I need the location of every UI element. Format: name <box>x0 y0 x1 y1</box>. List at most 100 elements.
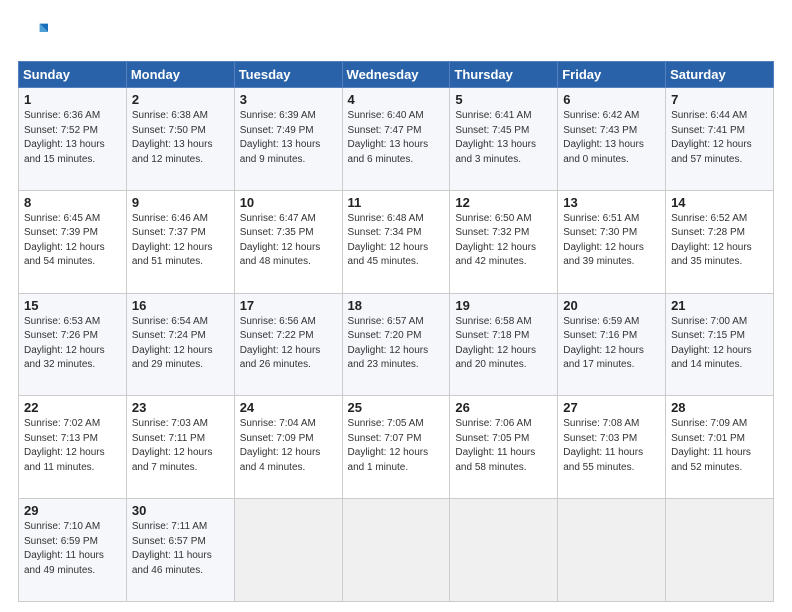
day-number: 21 <box>671 298 768 313</box>
calendar-day-5: 5Sunrise: 6:41 AM Sunset: 7:45 PM Daylig… <box>450 88 558 191</box>
calendar-day-8: 8Sunrise: 6:45 AM Sunset: 7:39 PM Daylig… <box>19 190 127 293</box>
empty-cell <box>558 499 666 602</box>
calendar-day-29: 29 Sunrise: 7:10 AM Sunset: 6:59 PM Dayli… <box>19 499 127 602</box>
calendar-day-21: 21 Sunrise: 7:00 AM Sunset: 7:15 PM Dayli… <box>666 293 774 396</box>
calendar-day-22: 22 Sunrise: 7:02 AM Sunset: 7:13 PM Dayli… <box>19 396 127 499</box>
day-number: 26 <box>455 400 552 415</box>
calendar-day-27: 27 Sunrise: 7:08 AM Sunset: 7:03 PM Dayli… <box>558 396 666 499</box>
day-number: 10 <box>240 195 337 210</box>
weekday-header-wednesday: Wednesday <box>342 62 450 88</box>
calendar-day-1: 1 Sunrise: 6:36 AM Sunset: 7:52 PM Daylig… <box>19 88 127 191</box>
day-number: 30 <box>132 503 229 518</box>
weekday-header-friday: Friday <box>558 62 666 88</box>
calendar-day-17: 17 Sunrise: 6:56 AM Sunset: 7:22 PM Dayli… <box>234 293 342 396</box>
day-number: 27 <box>563 400 660 415</box>
day-number: 9 <box>132 195 229 210</box>
day-number: 16 <box>132 298 229 313</box>
calendar-day-6: 6Sunrise: 6:42 AM Sunset: 7:43 PM Daylig… <box>558 88 666 191</box>
calendar-day-4: 4 Sunrise: 6:40 AM Sunset: 7:47 PM Daylig… <box>342 88 450 191</box>
calendar: SundayMondayTuesdayWednesdayThursdayFrid… <box>18 61 774 602</box>
calendar-day-11: 11Sunrise: 6:48 AM Sunset: 7:34 PM Dayli… <box>342 190 450 293</box>
day-number: 12 <box>455 195 552 210</box>
day-number: 19 <box>455 298 552 313</box>
day-info: Sunrise: 6:58 AM Sunset: 7:18 PM Dayligh… <box>455 315 552 373</box>
calendar-day-3: 3 Sunrise: 6:39 AM Sunset: 7:49 PM Daylig… <box>234 88 342 191</box>
day-info: Sunrise: 7:02 AM Sunset: 7:13 PM Dayligh… <box>24 417 121 475</box>
day-number: 4 <box>348 92 445 107</box>
day-info: Sunrise: 6:36 AM Sunset: 7:52 PM Dayligh… <box>24 109 121 167</box>
calendar-day-12: 12 Sunrise: 6:50 AM Sunset: 7:32 PM Dayli… <box>450 190 558 293</box>
day-info: Sunrise: 6:40 AM Sunset: 7:47 PM Dayligh… <box>348 109 445 167</box>
empty-cell <box>342 499 450 602</box>
day-number: 20 <box>563 298 660 313</box>
day-number: 5 <box>455 92 552 107</box>
day-info: Sunrise: 6:59 AM Sunset: 7:16 PM Dayligh… <box>563 315 660 373</box>
calendar-week-3: 15 Sunrise: 6:53 AM Sunset: 7:26 PM Dayli… <box>19 293 774 396</box>
day-info: Sunrise: 6:54 AM Sunset: 7:24 PM Dayligh… <box>132 315 229 373</box>
empty-cell <box>666 499 774 602</box>
calendar-day-19: 19 Sunrise: 6:58 AM Sunset: 7:18 PM Dayli… <box>450 293 558 396</box>
calendar-day-13: 13Sunrise: 6:51 AM Sunset: 7:30 PM Dayli… <box>558 190 666 293</box>
day-number: 29 <box>24 503 121 518</box>
day-info: Sunrise: 6:39 AM Sunset: 7:49 PM Dayligh… <box>240 109 337 167</box>
calendar-week-2: 8Sunrise: 6:45 AM Sunset: 7:39 PM Daylig… <box>19 190 774 293</box>
calendar-day-15: 15 Sunrise: 6:53 AM Sunset: 7:26 PM Dayli… <box>19 293 127 396</box>
day-info: Sunrise: 6:46 AM Sunset: 7:37 PM Dayligh… <box>132 212 229 270</box>
day-number: 6 <box>563 92 660 107</box>
calendar-week-4: 22 Sunrise: 7:02 AM Sunset: 7:13 PM Dayli… <box>19 396 774 499</box>
calendar-day-20: 20 Sunrise: 6:59 AM Sunset: 7:16 PM Dayli… <box>558 293 666 396</box>
day-number: 1 <box>24 92 121 107</box>
day-info: Sunrise: 7:08 AM Sunset: 7:03 PM Dayligh… <box>563 417 660 475</box>
day-info: Sunrise: 7:09 AM Sunset: 7:01 PM Dayligh… <box>671 417 768 475</box>
day-number: 11 <box>348 195 445 210</box>
logo-icon <box>20 18 48 46</box>
calendar-day-2: 2 Sunrise: 6:38 AM Sunset: 7:50 PM Daylig… <box>126 88 234 191</box>
day-number: 2 <box>132 92 229 107</box>
day-number: 18 <box>348 298 445 313</box>
day-number: 3 <box>240 92 337 107</box>
calendar-day-18: 18 Sunrise: 6:57 AM Sunset: 7:20 PM Dayli… <box>342 293 450 396</box>
day-info: Sunrise: 6:52 AM Sunset: 7:28 PM Dayligh… <box>671 212 768 270</box>
calendar-day-25: 25 Sunrise: 7:05 AM Sunset: 7:07 PM Dayli… <box>342 396 450 499</box>
day-number: 28 <box>671 400 768 415</box>
day-number: 25 <box>348 400 445 415</box>
day-info: Sunrise: 6:53 AM Sunset: 7:26 PM Dayligh… <box>24 315 121 373</box>
day-info: Sunrise: 6:57 AM Sunset: 7:20 PM Dayligh… <box>348 315 445 373</box>
day-number: 24 <box>240 400 337 415</box>
empty-cell <box>234 499 342 602</box>
weekday-header-tuesday: Tuesday <box>234 62 342 88</box>
calendar-day-7: 7 Sunrise: 6:44 AM Sunset: 7:41 PM Daylig… <box>666 88 774 191</box>
day-number: 23 <box>132 400 229 415</box>
day-info: Sunrise: 6:56 AM Sunset: 7:22 PM Dayligh… <box>240 315 337 373</box>
calendar-day-10: 10 Sunrise: 6:47 AM Sunset: 7:35 PM Dayli… <box>234 190 342 293</box>
day-number: 15 <box>24 298 121 313</box>
day-number: 22 <box>24 400 121 415</box>
logo <box>18 18 50 51</box>
calendar-week-5: 29 Sunrise: 7:10 AM Sunset: 6:59 PM Dayli… <box>19 499 774 602</box>
calendar-day-9: 9 Sunrise: 6:46 AM Sunset: 7:37 PM Daylig… <box>126 190 234 293</box>
page: SundayMondayTuesdayWednesdayThursdayFrid… <box>0 0 792 612</box>
day-info: Sunrise: 6:44 AM Sunset: 7:41 PM Dayligh… <box>671 109 768 167</box>
calendar-week-1: 1 Sunrise: 6:36 AM Sunset: 7:52 PM Daylig… <box>19 88 774 191</box>
day-info: Sunrise: 6:38 AM Sunset: 7:50 PM Dayligh… <box>132 109 229 167</box>
calendar-day-28: 28 Sunrise: 7:09 AM Sunset: 7:01 PM Dayli… <box>666 396 774 499</box>
day-info: Sunrise: 7:06 AM Sunset: 7:05 PM Dayligh… <box>455 417 552 475</box>
weekday-header-sunday: Sunday <box>19 62 127 88</box>
day-info: Sunrise: 7:10 AM Sunset: 6:59 PM Dayligh… <box>24 520 121 578</box>
day-number: 17 <box>240 298 337 313</box>
weekday-header-saturday: Saturday <box>666 62 774 88</box>
day-number: 7 <box>671 92 768 107</box>
calendar-day-26: 26 Sunrise: 7:06 AM Sunset: 7:05 PM Dayli… <box>450 396 558 499</box>
calendar-day-30: 30 Sunrise: 7:11 AM Sunset: 6:57 PM Dayli… <box>126 499 234 602</box>
day-info: Sunrise: 7:05 AM Sunset: 7:07 PM Dayligh… <box>348 417 445 475</box>
day-info: Sunrise: 6:51 AM Sunset: 7:30 PM Dayligh… <box>563 212 660 270</box>
day-number: 8 <box>24 195 121 210</box>
day-number: 14 <box>671 195 768 210</box>
weekday-header-thursday: Thursday <box>450 62 558 88</box>
day-info: Sunrise: 7:00 AM Sunset: 7:15 PM Dayligh… <box>671 315 768 373</box>
empty-cell <box>450 499 558 602</box>
day-info: Sunrise: 6:47 AM Sunset: 7:35 PM Dayligh… <box>240 212 337 270</box>
day-info: Sunrise: 7:04 AM Sunset: 7:09 PM Dayligh… <box>240 417 337 475</box>
day-info: Sunrise: 7:11 AM Sunset: 6:57 PM Dayligh… <box>132 520 229 578</box>
day-info: Sunrise: 6:50 AM Sunset: 7:32 PM Dayligh… <box>455 212 552 270</box>
